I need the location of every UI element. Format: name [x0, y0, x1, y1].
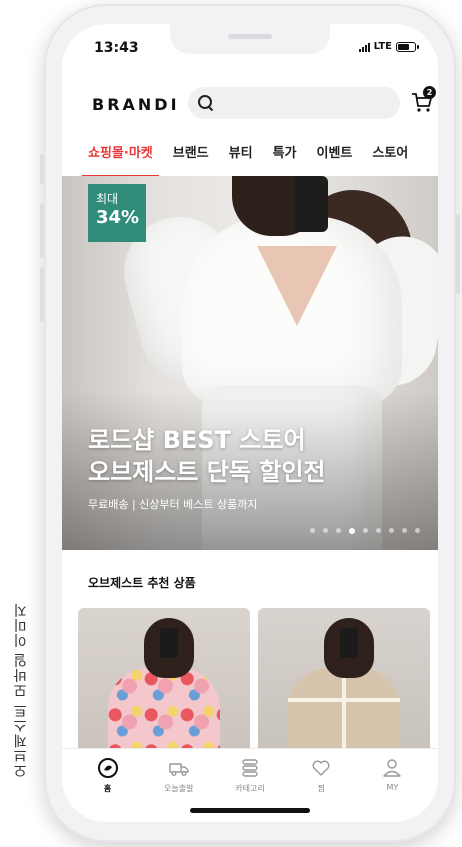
- carousel-dot[interactable]: [363, 528, 368, 533]
- nav-today-delivery-label: 오늘출발: [164, 784, 194, 793]
- tab-beauty[interactable]: 뷰티: [229, 136, 253, 172]
- tab-deals[interactable]: 특가: [273, 136, 297, 172]
- search-bar[interactable]: [188, 87, 400, 119]
- status-time: 13:43: [94, 40, 139, 56]
- tab-shopping-market[interactable]: 쇼핑몰·마켓: [82, 136, 159, 178]
- carousel-dot[interactable]: [376, 528, 381, 533]
- tab-events[interactable]: 이벤트: [316, 136, 352, 172]
- category-icon: [242, 759, 258, 777]
- tab-brand[interactable]: 브랜드: [173, 136, 209, 172]
- category-tabs: 쇼핑몰·마켓 브랜드 뷰티 특가 이벤트 스토어: [62, 136, 438, 178]
- battery-icon: [396, 41, 419, 52]
- screen: 13:43 LTE BRANDI 2 쇼핑몰·마켓 브랜드 뷰티 특가 이벤트 …: [62, 24, 438, 822]
- status-bar: 13:43 LTE: [62, 34, 438, 58]
- carousel-dot[interactable]: [323, 528, 328, 533]
- heart-icon: [312, 760, 330, 776]
- nav-category[interactable]: 카테고리: [220, 757, 280, 802]
- nav-home-label: 홈: [103, 784, 112, 793]
- truck-icon: [169, 763, 189, 776]
- nav-my[interactable]: MY: [362, 757, 422, 802]
- nav-wishlist[interactable]: 찜: [291, 757, 351, 802]
- brand-logo[interactable]: BRANDI: [92, 95, 180, 114]
- banner-title-line1: 로드샵 BEST 스토어: [88, 426, 306, 454]
- nav-my-label: MY: [386, 783, 399, 792]
- carousel-indicator[interactable]: [310, 528, 420, 534]
- search-input[interactable]: [220, 96, 390, 110]
- phone-frame: 13:43 LTE BRANDI 2 쇼핑몰·마켓 브랜드 뷰티 특가 이벤트 …: [40, 4, 460, 842]
- home-icon: [97, 758, 118, 778]
- search-icon[interactable]: [198, 95, 214, 111]
- banner-title: 로드샵 BEST 스토어 오브제스트 단독 할인전: [88, 424, 326, 488]
- status-indicators: LTE: [358, 41, 419, 52]
- home-indicator[interactable]: [190, 808, 310, 813]
- banner-title-line2: 오브제스트 단독 할인전: [88, 458, 326, 486]
- signal-icon: [358, 42, 370, 52]
- header: BRANDI 2: [62, 84, 438, 124]
- carousel-dot[interactable]: [402, 528, 407, 533]
- product-card[interactable]: [258, 608, 430, 768]
- tab-store[interactable]: 스토어: [372, 136, 408, 172]
- nav-wishlist-label: 찜: [317, 784, 325, 793]
- cart-badge: 2: [423, 86, 436, 99]
- network-label: LTE: [373, 41, 392, 52]
- carousel-dot[interactable]: [415, 528, 420, 533]
- carousel-dot[interactable]: [336, 528, 341, 533]
- carousel-dot-active[interactable]: [349, 528, 355, 534]
- bottom-nav: 홈 오늘출발 카테고리 찜 MY: [62, 748, 438, 802]
- discount-badge-label: 최대: [96, 192, 119, 206]
- carousel-dot[interactable]: [310, 528, 315, 533]
- discount-badge: 최대 34%: [88, 184, 146, 242]
- nav-home[interactable]: 홈: [78, 757, 138, 802]
- promo-banner[interactable]: 최대 34% 로드샵 BEST 스토어 오브제스트 단독 할인전 무료배송 | …: [62, 176, 438, 550]
- side-caption: 오브제스트 모바일 이미지: [13, 602, 29, 778]
- nav-today-delivery[interactable]: 오늘출발: [149, 757, 209, 802]
- section-title: 오브제스트 추천 상품: [88, 576, 196, 590]
- product-list: [78, 608, 430, 768]
- product-card[interactable]: [78, 608, 250, 768]
- carousel-dot[interactable]: [389, 528, 394, 533]
- banner-subtitle: 무료배송 | 신상부터 베스트 상품까지: [88, 498, 258, 511]
- cart-button[interactable]: 2: [410, 86, 436, 114]
- discount-badge-value: 34%: [96, 207, 140, 228]
- user-icon: [383, 759, 402, 777]
- nav-category-label: 카테고리: [235, 784, 265, 793]
